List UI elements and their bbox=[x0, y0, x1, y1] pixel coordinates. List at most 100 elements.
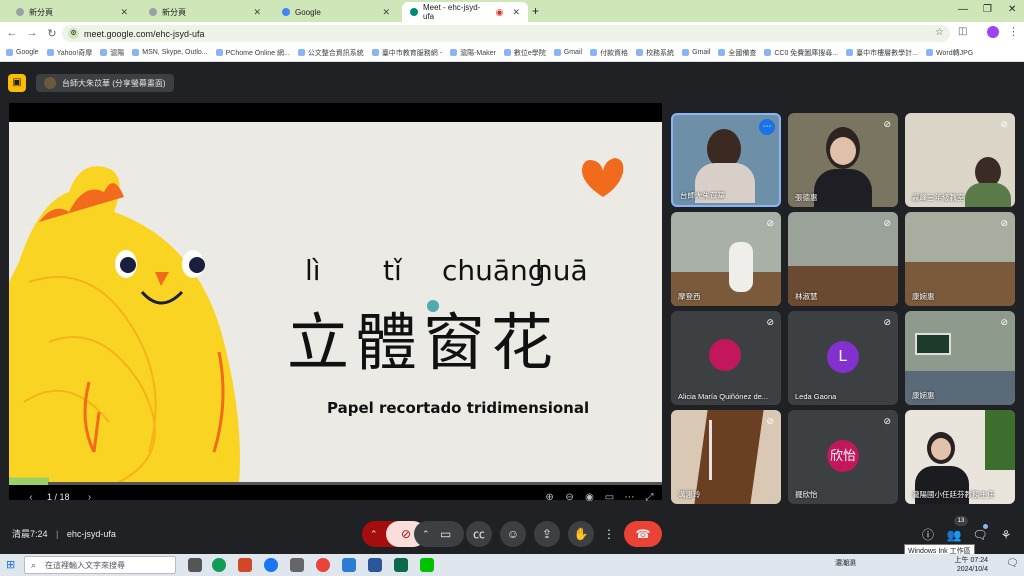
participant-tile[interactable]: ⋯ 台師大朱苡華 bbox=[671, 113, 781, 207]
tray-time[interactable]: 上午 07:24 bbox=[955, 556, 988, 565]
participant-count-badge: 13 bbox=[954, 516, 968, 526]
restore-icon[interactable]: ❐ bbox=[983, 4, 992, 15]
line-icon[interactable] bbox=[420, 558, 434, 572]
participant-tile[interactable]: ⊘ 康婉惠 bbox=[905, 212, 1015, 306]
activities-icon[interactable]: ⚘ bbox=[996, 525, 1016, 545]
emoji-button[interactable]: ☺ bbox=[500, 521, 526, 547]
word-icon[interactable] bbox=[368, 558, 382, 572]
back-icon[interactable]: ← bbox=[2, 27, 22, 39]
new-tab-icon[interactable]: + bbox=[532, 4, 539, 18]
participant-tile[interactable]: ⊘ 霧峰三年級教室 bbox=[905, 113, 1015, 207]
bookmark-item[interactable]: PChome Online 網... bbox=[215, 48, 290, 58]
extensions-icon[interactable]: ◫ bbox=[958, 26, 967, 37]
leave-call-button[interactable]: ☎ bbox=[624, 521, 662, 547]
close-icon[interactable]: ✕ bbox=[253, 7, 261, 18]
participant-tile[interactable]: ⊘ 林淑慧 bbox=[788, 212, 898, 306]
tab-meet[interactable]: Meet - ehc-jsyd-ufa ◉ ✕ bbox=[402, 2, 528, 22]
close-icon[interactable]: ✕ bbox=[120, 7, 128, 18]
meeting-info: 清晨7:24 | ehc-jsyd-ufa bbox=[12, 529, 116, 539]
mic-off-icon: ⊘ bbox=[883, 416, 891, 426]
bookmark-label: Word轉JPG bbox=[935, 49, 974, 57]
participant-tile[interactable]: ⊘ 摩登西 bbox=[671, 212, 781, 306]
menu-icon[interactable]: ⋮ bbox=[1008, 25, 1019, 38]
participant-tile[interactable]: ⊘ 康婉惠 bbox=[905, 311, 1015, 405]
close-window-icon[interactable]: ✕ bbox=[1008, 4, 1016, 15]
chrome-icon[interactable] bbox=[316, 558, 330, 572]
camera-icon[interactable]: ▭ bbox=[440, 521, 451, 547]
close-icon[interactable]: ✕ bbox=[512, 7, 520, 18]
site-info-icon[interactable]: ⚙ bbox=[68, 28, 79, 39]
bookmark-item[interactable]: CC0 免費圖庫搜尋... bbox=[764, 48, 838, 58]
mic-off-icon: ⊘ bbox=[1000, 119, 1008, 129]
close-icon[interactable]: ✕ bbox=[382, 7, 390, 18]
slide-controls: ‹ 1 / 18 › ⊕ ⊖ ◉ ▭ ⋯ ⤢ bbox=[9, 486, 662, 508]
bookmark-item[interactable]: 校務系統 bbox=[636, 48, 674, 58]
zoom-in-icon[interactable]: ⊕ bbox=[540, 492, 560, 503]
participant-tile[interactable]: ⊘ 張德惠 bbox=[788, 113, 898, 207]
mic-options-icon[interactable]: ⌃ bbox=[370, 521, 378, 547]
participant-tile[interactable]: 欣怡 ⊘ 擺欣怡 bbox=[788, 410, 898, 504]
people-icon[interactable]: 👥 bbox=[944, 525, 964, 545]
store-icon[interactable] bbox=[342, 558, 356, 572]
bookmark-item[interactable]: Yahoo!奇摩 bbox=[46, 48, 92, 58]
powerpoint-icon[interactable] bbox=[238, 558, 252, 572]
camera-options-icon[interactable]: ⌃ bbox=[422, 521, 430, 547]
participant-tile[interactable]: ⊘ Alicia María Quiñónez de... bbox=[671, 311, 781, 405]
bookmark-item[interactable]: 公文整合資訊系統 bbox=[297, 48, 364, 58]
windows-start-icon[interactable]: ⊞ bbox=[6, 558, 15, 571]
captions-button[interactable]: ㏄ bbox=[466, 521, 492, 547]
address-bar[interactable]: ⚙ meet.google.com/ehc-jsyd-ufa ☆ bbox=[62, 25, 950, 42]
participant-avatar bbox=[709, 339, 741, 371]
facebook-icon[interactable] bbox=[264, 558, 278, 572]
more-options-button[interactable]: ⋮ bbox=[600, 521, 618, 547]
bookmark-item[interactable]: 付款資格 bbox=[590, 48, 628, 58]
next-slide-icon[interactable]: › bbox=[80, 492, 100, 503]
bookmark-item[interactable]: 臺中市樓層數學計... bbox=[846, 48, 918, 58]
bookmark-item[interactable]: 滬陽-Maker bbox=[450, 48, 496, 58]
raise-hand-button[interactable]: ✋ bbox=[568, 521, 594, 547]
photos-icon[interactable] bbox=[290, 558, 304, 572]
bookmark-item[interactable]: 全國備查 bbox=[718, 48, 756, 58]
meeting-details-icon[interactable]: ⓘ bbox=[918, 525, 938, 545]
presenter-chip[interactable]: 台師大朱苡華 (分享螢幕畫面) bbox=[36, 74, 174, 92]
bookmark-item[interactable]: MSN, Skype, Outlo... bbox=[132, 49, 208, 56]
present-button[interactable]: ⇪ bbox=[534, 521, 560, 547]
bookmark-label: 付款資格 bbox=[600, 49, 629, 57]
whiteboard-icon[interactable] bbox=[394, 558, 408, 572]
prev-slide-icon[interactable]: ‹ bbox=[21, 492, 41, 503]
minimize-icon[interactable]: — bbox=[958, 4, 968, 15]
pip-icon[interactable]: ▭ bbox=[600, 492, 620, 503]
zoom-out-icon[interactable]: ⊖ bbox=[560, 492, 580, 503]
participant-video bbox=[985, 410, 1015, 470]
participant-tile[interactable]: ⊘ 溝惠玲 bbox=[671, 410, 781, 504]
taskbar-search[interactable]: ⌕ 在這裡輸入文字來搜尋 bbox=[24, 556, 176, 574]
reload-icon[interactable]: ↻ bbox=[42, 27, 62, 40]
star-icon[interactable]: ☆ bbox=[935, 27, 944, 38]
bookmark-item[interactable]: Gmail bbox=[682, 49, 710, 56]
bookmark-label: 數位e學院 bbox=[513, 49, 546, 57]
tab-new-2[interactable]: 新分頁 ✕ bbox=[141, 2, 269, 22]
bookmark-item[interactable]: 臺中市教育服務網 - bbox=[371, 48, 442, 58]
weather-text[interactable]: 濃潮濕 bbox=[835, 559, 856, 568]
more-options-icon[interactable]: ⋯ bbox=[759, 119, 775, 135]
participant-tile[interactable]: L ⊘ Leda Gaona bbox=[788, 311, 898, 405]
fullscreen-icon[interactable]: ⤢ bbox=[640, 492, 660, 503]
bookmark-item[interactable]: 數位e學院 bbox=[503, 48, 546, 58]
forward-icon[interactable]: → bbox=[22, 27, 42, 39]
more-options-icon[interactable]: ⋯ bbox=[620, 492, 640, 503]
task-view-icon[interactable] bbox=[188, 558, 202, 572]
live-icon[interactable]: ◉ bbox=[580, 492, 600, 503]
bookmark-item[interactable]: Word轉JPG bbox=[925, 48, 974, 58]
bookmark-item[interactable]: Google bbox=[6, 49, 39, 56]
bookmark-label: Google bbox=[16, 49, 39, 56]
participant-tile[interactable]: 瀧陽國小任廷芬教務主任 bbox=[905, 410, 1015, 504]
edge-icon[interactable] bbox=[212, 558, 226, 572]
tab-new-1[interactable]: 新分頁 ✕ bbox=[8, 2, 136, 22]
notification-icon[interactable]: 🗨 bbox=[1006, 558, 1019, 569]
bookmark-item[interactable]: 滬陽 bbox=[100, 48, 124, 58]
bookmark-label: PChome Online 網... bbox=[225, 49, 290, 57]
bookmark-item[interactable]: Gmail bbox=[553, 49, 582, 56]
tray-date[interactable]: 2024/10/4 bbox=[957, 565, 988, 574]
profile-avatar[interactable] bbox=[987, 26, 999, 38]
tab-google[interactable]: Google ✕ bbox=[274, 2, 398, 22]
